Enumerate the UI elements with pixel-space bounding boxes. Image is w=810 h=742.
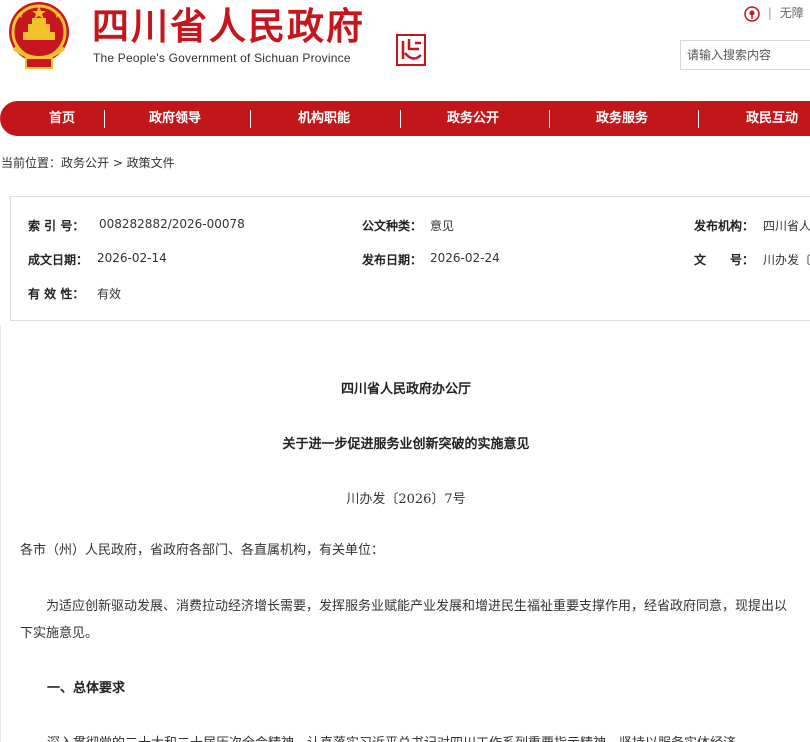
document-intro-paragraph: 为适应创新驱动发展、消费拉动经济增长需要，发挥服务业赋能产业发展和增进民生福祉重…	[20, 599, 788, 641]
document-number: 川办发〔2026〕7号	[346, 492, 466, 507]
nav-item-services[interactable]: 政务服务	[572, 101, 672, 136]
national-emblem-icon[interactable]	[6, 0, 72, 72]
sichuan-seal-icon	[396, 34, 426, 66]
document-body: 四川省人民政府办公厅 关于进一步促进服务业创新突破的实施意见 川办发〔2026〕…	[0, 325, 810, 742]
main-nav: 首页 政府领导 机构职能 政务公开 政务服务 政民互动	[0, 101, 810, 136]
index-label: 索 引 号：	[28, 219, 85, 233]
nav-item-functions[interactable]: 机构职能	[274, 101, 374, 136]
site-subtitle: The People's Government of Sichuan Provi…	[93, 51, 351, 65]
written-date-value: 2026-02-14	[97, 251, 167, 265]
nav-divider	[400, 110, 401, 128]
published-date-value: 2026-02-24	[430, 251, 500, 265]
document-meta: 索 引 号： 008282882/2026-00078 公文种类： 意见 发布机…	[10, 196, 810, 321]
breadcrumb: 当前位置：政务公开 > 政策文件	[1, 156, 175, 170]
validity-label: 有 效 性：	[28, 287, 85, 301]
top-right-links: | 无障	[744, 4, 804, 22]
nav-item-leaders[interactable]: 政府领导	[125, 101, 225, 136]
doc-number-label: 文 号：	[694, 253, 755, 267]
publisher-label: 发布机构：	[694, 219, 755, 233]
published-date-label: 发布日期：	[362, 253, 423, 267]
site-title[interactable]: 四川省人民政府	[92, 4, 365, 50]
publisher-value: 四川省人	[763, 219, 810, 233]
nav-divider	[104, 110, 105, 128]
top-link-separator: |	[767, 6, 772, 20]
nav-divider	[698, 110, 699, 128]
search-input[interactable]	[681, 41, 810, 69]
index-value: 008282882/2026-00078	[99, 217, 245, 231]
document-issuer: 四川省人民政府办公厅	[340, 382, 471, 397]
site-header: 四川省人民政府 The People's Government of Sichu…	[0, 0, 810, 90]
nav-divider	[549, 110, 550, 128]
written-date-label: 成文日期：	[28, 253, 89, 267]
nav-item-open-affairs[interactable]: 政务公开	[423, 101, 523, 136]
category-label: 公文种类：	[362, 219, 423, 233]
section-paragraph: 深入贯彻党的二十大和二十届历次全会精神，认真落实习近平总书记对四川工作系列重要指…	[47, 732, 807, 742]
document-title: 关于进一步促进服务业创新突破的实施意见	[282, 437, 530, 452]
nav-divider	[250, 110, 251, 128]
doc-number-value: 川办发〔	[763, 253, 810, 267]
accessibility-link[interactable]: 无障	[780, 6, 804, 20]
nav-item-home[interactable]: 首页	[22, 101, 102, 136]
section-heading: 一、总体要求	[47, 681, 126, 696]
category-value: 意见	[430, 219, 455, 233]
location-icon[interactable]	[744, 5, 760, 22]
search-box	[680, 40, 810, 70]
nav-item-interaction[interactable]: 政民互动	[722, 101, 810, 136]
document-salutation: 各市（州）人民政府，省政府各部门、各直属机构，有关单位：	[20, 543, 385, 558]
validity-value: 有效	[97, 287, 122, 301]
